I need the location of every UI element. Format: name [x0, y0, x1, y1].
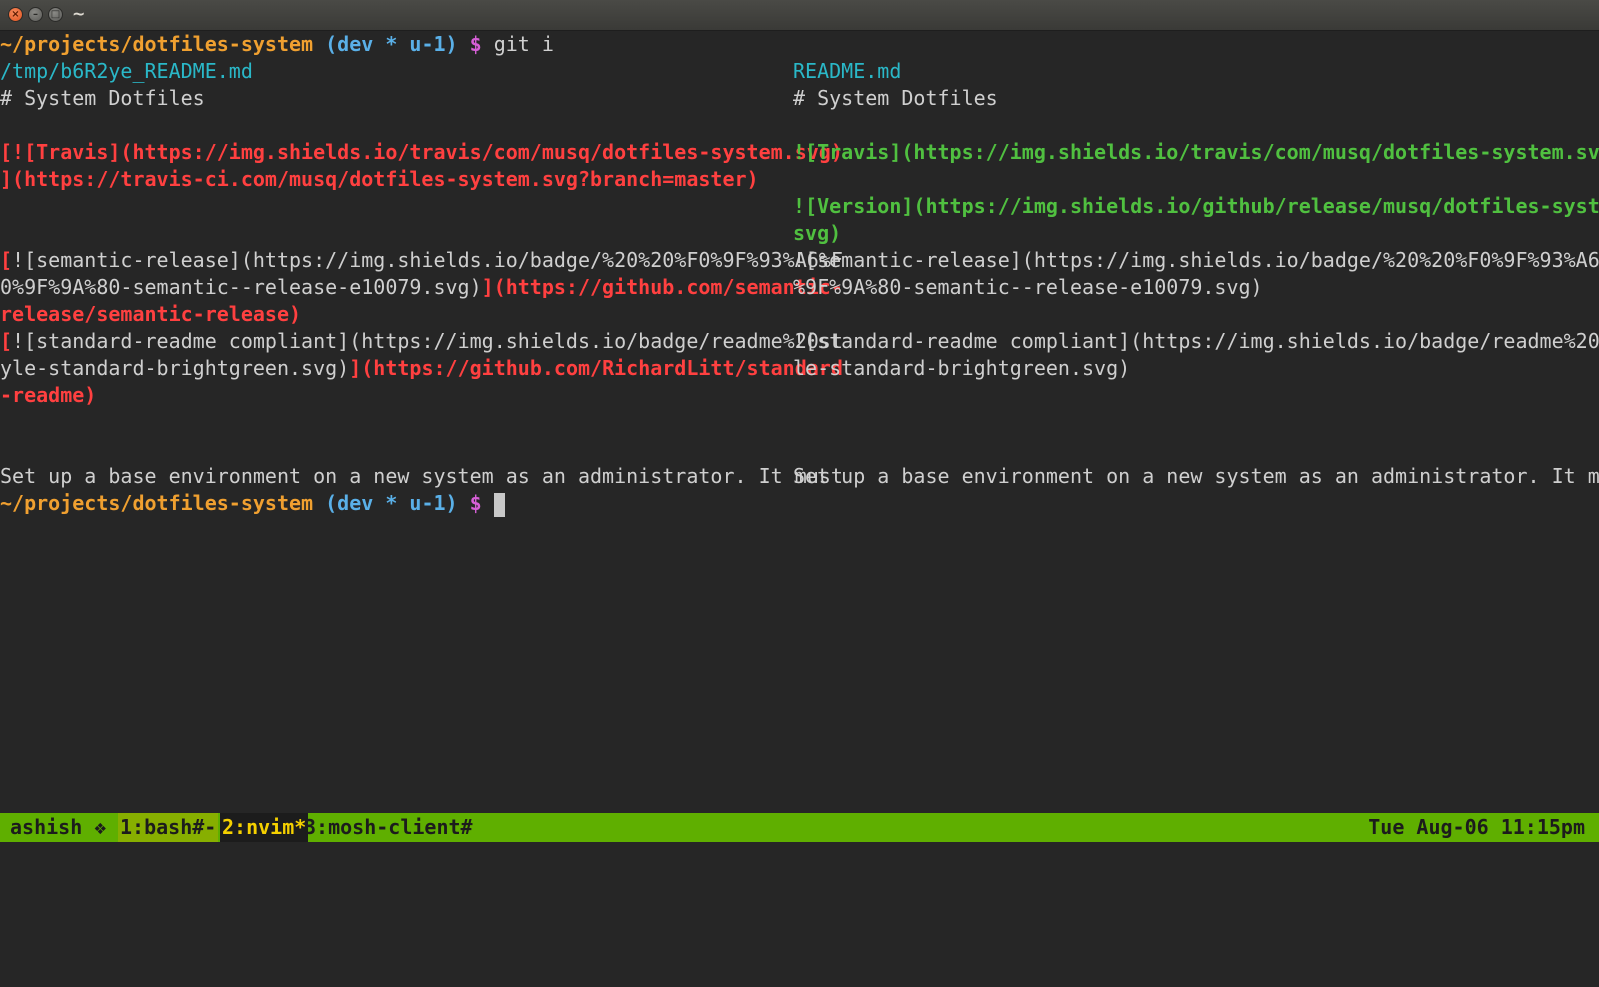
left-semantic-line-2: 0%9F%9A%80-semantic--release-e10079.svg)… [0, 274, 843, 301]
prompt-path: ~/projects/dotfiles-system [0, 32, 314, 56]
left-readme-removed-link: ](https://github.com/RichardLitt/standar… [349, 356, 843, 380]
prompt-git-status: (dev * u-1) [325, 491, 458, 515]
right-heading: # System Dotfiles [793, 86, 998, 110]
window-title: ~ [72, 4, 86, 23]
right-readme-line-2: le-standard-brightgreen.svg) [793, 356, 1131, 380]
tmux-window-1[interactable]: 1:bash#- [118, 813, 219, 842]
window-titlebar: × – □ ~ [0, 0, 1599, 31]
tmux-window-2-active[interactable]: 2:nvim* [220, 813, 309, 842]
close-window-button[interactable]: × [8, 7, 23, 22]
left-description: Set up a base environment on a new syste… [0, 464, 843, 488]
status-clock: Tue Aug-06 11:15pm [1368, 815, 1585, 839]
left-heading: # System Dotfiles [0, 86, 205, 110]
left-semantic-line: [![semantic-release](https://img.shields… [0, 247, 843, 274]
active-prompt-line[interactable]: ~/projects/dotfiles-system (dev * u-1) $ [0, 490, 505, 517]
session-name: ashish ❖ [10, 815, 107, 839]
left-readme-line: [![standard-readme compliant](https://im… [0, 328, 843, 355]
left-readme-text: ![standard-readme compliant](https://img… [12, 329, 843, 353]
left-filename: /tmp/b6R2ye_README.md [0, 59, 253, 83]
prompt-line: ~/projects/dotfiles-system (dev * u-1) $… [0, 31, 554, 58]
left-readme-line-2: yle-standard-brightgreen.svg)](https://g… [0, 355, 843, 382]
prompt-path: ~/projects/dotfiles-system [0, 491, 314, 515]
right-semantic-line-2: %9F%9A%80-semantic--release-e10079.svg) [793, 275, 1263, 299]
left-travis-line: [![Travis](https://img.shields.io/travis… [0, 140, 843, 164]
left-semantic-text-2: 0%9F%9A%80-semantic--release-e10079.svg) [0, 275, 482, 299]
tmux-status-bar: ashish ❖ 1:bash#- 2:nvim* 3:mosh-client#… [0, 813, 1599, 842]
left-readme-text-2: yle-standard-brightgreen.svg) [0, 356, 350, 380]
left-semantic-text: ![semantic-release](https://img.shields.… [12, 248, 843, 272]
prompt-git-status: (dev * u-1) [325, 32, 458, 56]
prompt-symbol: $ [469, 491, 482, 515]
right-description: Set up a base environment on a new syste… [793, 464, 1599, 488]
text-cursor [493, 492, 505, 517]
terminal-area[interactable]: ~/projects/dotfiles-system (dev * u-1) $… [0, 31, 1599, 813]
right-version-line: ![Version](https://img.shields.io/github… [793, 194, 1599, 218]
left-readme-line-3: -readme) [0, 383, 97, 407]
left-removed-bracket: [ [0, 248, 13, 272]
left-readme-removed-bracket: [ [0, 329, 13, 353]
tmux-window-3[interactable]: 3:mosh-client# [302, 813, 475, 842]
right-semantic-line: ![semantic-release](https://img.shields.… [793, 248, 1599, 272]
right-travis-line: ![Travis](https://img.shields.io/travis/… [793, 140, 1599, 164]
prompt-symbol: $ [469, 32, 482, 56]
right-filename: README.md [793, 59, 902, 83]
left-semantic-line-3: release/semantic-release) [0, 302, 302, 326]
left-semantic-removed-link: ](https://github.com/semantic- [481, 275, 843, 299]
maximize-window-button[interactable]: □ [48, 7, 63, 22]
right-readme-line: ![standard-readme compliant](https://img… [793, 329, 1599, 353]
right-version-line-2: svg) [793, 221, 842, 245]
minimize-window-button[interactable]: – [28, 7, 43, 22]
typed-command: git i [481, 32, 554, 56]
left-travis-link-line: ](https://travis-ci.com/musq/dotfiles-sy… [0, 167, 759, 191]
